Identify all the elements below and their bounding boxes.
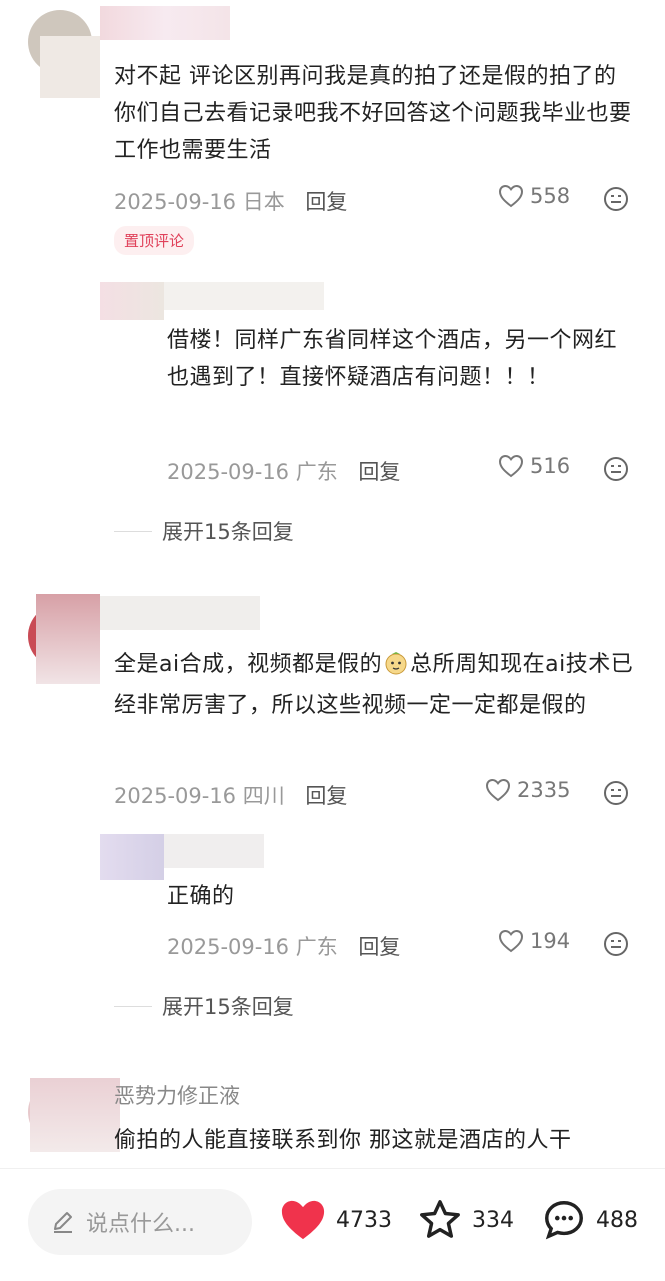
comment-date: 2025-09-16 xyxy=(114,784,237,808)
emoji-icon xyxy=(604,781,628,805)
avatar-redacted xyxy=(36,594,100,684)
comment-date: 2025-09-16 xyxy=(114,190,237,214)
like-post-button[interactable]: 4733 xyxy=(278,1197,392,1243)
like-count: 516 xyxy=(530,454,571,478)
divider xyxy=(114,1005,152,1007)
comment-meta: 2025-09-16 广东 回复 xyxy=(167,456,400,486)
comment-meta: 2025-09-16 广东 回复 xyxy=(167,931,400,961)
like-button[interactable]: 516 xyxy=(498,454,570,478)
comment-input-placeholder: 说点什么... xyxy=(86,1212,195,1237)
emoji-button[interactable] xyxy=(603,931,629,961)
expand-replies-label: 展开15条回复 xyxy=(162,520,294,544)
username-redacted[interactable] xyxy=(164,282,324,310)
emoji-icon xyxy=(384,650,408,687)
emoji-button[interactable] xyxy=(603,456,629,486)
comment-text: 全是ai合成，视频都是假的 总所周知现在ai技术已经非常厉害了，所以这些视频一定一… xyxy=(114,646,639,724)
reply-button[interactable]: 回复 xyxy=(358,935,400,959)
comment-input[interactable]: 说点什么... xyxy=(28,1189,252,1255)
heart-outline-icon xyxy=(485,778,511,802)
comment-username[interactable]: 恶势力修正液 xyxy=(114,1080,240,1110)
reply-button[interactable]: 回复 xyxy=(358,460,400,484)
reply-button[interactable]: 回复 xyxy=(305,190,347,214)
avatar-redacted xyxy=(30,1078,120,1152)
comment-location: 广东 xyxy=(295,935,338,959)
emoji-icon xyxy=(604,932,628,956)
expand-replies-label: 展开15条回复 xyxy=(162,995,294,1019)
comment-location: 四川 xyxy=(242,784,285,808)
comment-text: 对不起 评论区别再问我是真的拍了还是假的拍了的 你们自己去看记录吧我不好回答这个… xyxy=(114,64,632,163)
favorite-count: 334 xyxy=(472,1207,514,1233)
username-redacted[interactable] xyxy=(100,596,260,630)
expand-replies-button[interactable]: 展开15条回复 xyxy=(114,516,294,546)
post-like-count: 4733 xyxy=(336,1207,392,1233)
divider xyxy=(114,530,152,532)
comment-text-part1: 全是ai合成，视频都是假的 xyxy=(114,652,383,677)
comment-meta: 2025-09-16 四川 回复 xyxy=(114,780,347,810)
favorite-button[interactable]: 334 xyxy=(416,1197,514,1243)
like-count: 194 xyxy=(530,929,571,953)
like-button[interactable]: 194 xyxy=(498,929,570,953)
reply-button[interactable]: 回复 xyxy=(305,784,347,808)
comment-date: 2025-09-16 xyxy=(167,460,290,484)
heart-outline-icon xyxy=(498,929,524,953)
bottom-bar: 说点什么... 4733 334 488 xyxy=(0,1168,665,1281)
emoji-icon xyxy=(604,457,628,481)
comments-button[interactable]: 488 xyxy=(540,1197,638,1243)
emoji-icon xyxy=(604,187,628,211)
reply-avatar-redacted[interactable] xyxy=(100,282,164,320)
heart-filled-icon xyxy=(281,1200,325,1240)
emoji-button[interactable] xyxy=(603,186,629,216)
username-redacted[interactable] xyxy=(164,834,264,868)
comment-bubble-icon xyxy=(545,1201,583,1240)
pinned-badge: 置顶评论 xyxy=(114,226,195,255)
like-button[interactable]: 558 xyxy=(498,184,570,208)
like-button[interactable]: 2335 xyxy=(485,778,570,802)
comment-meta: 2025-09-16 日本 回复 xyxy=(114,186,347,216)
reply-text: 借楼！同样广东省同样这个酒店，另一个网红也遇到了！直接怀疑酒店有问题！！！ xyxy=(167,328,618,390)
expand-replies-button[interactable]: 展开15条回复 xyxy=(114,991,294,1021)
emoji-button[interactable] xyxy=(603,780,629,810)
like-count: 558 xyxy=(530,184,571,208)
heart-outline-icon xyxy=(498,184,524,208)
comment-date: 2025-09-16 xyxy=(167,935,290,959)
username-redacted[interactable] xyxy=(100,6,230,40)
comment-location: 日本 xyxy=(242,190,285,214)
star-icon xyxy=(420,1200,460,1238)
avatar-redacted xyxy=(40,36,100,98)
like-count: 2335 xyxy=(517,778,571,802)
comment-text: 偷拍的人能直接联系到你 那这就是酒店的人干 xyxy=(114,1128,572,1153)
reply-text: 正确的 xyxy=(167,884,235,909)
comment-count: 488 xyxy=(596,1207,638,1233)
heart-outline-icon xyxy=(498,454,524,478)
reply-avatar-redacted[interactable] xyxy=(100,834,164,880)
pencil-icon xyxy=(54,1212,72,1233)
comment-location: 广东 xyxy=(295,460,338,484)
